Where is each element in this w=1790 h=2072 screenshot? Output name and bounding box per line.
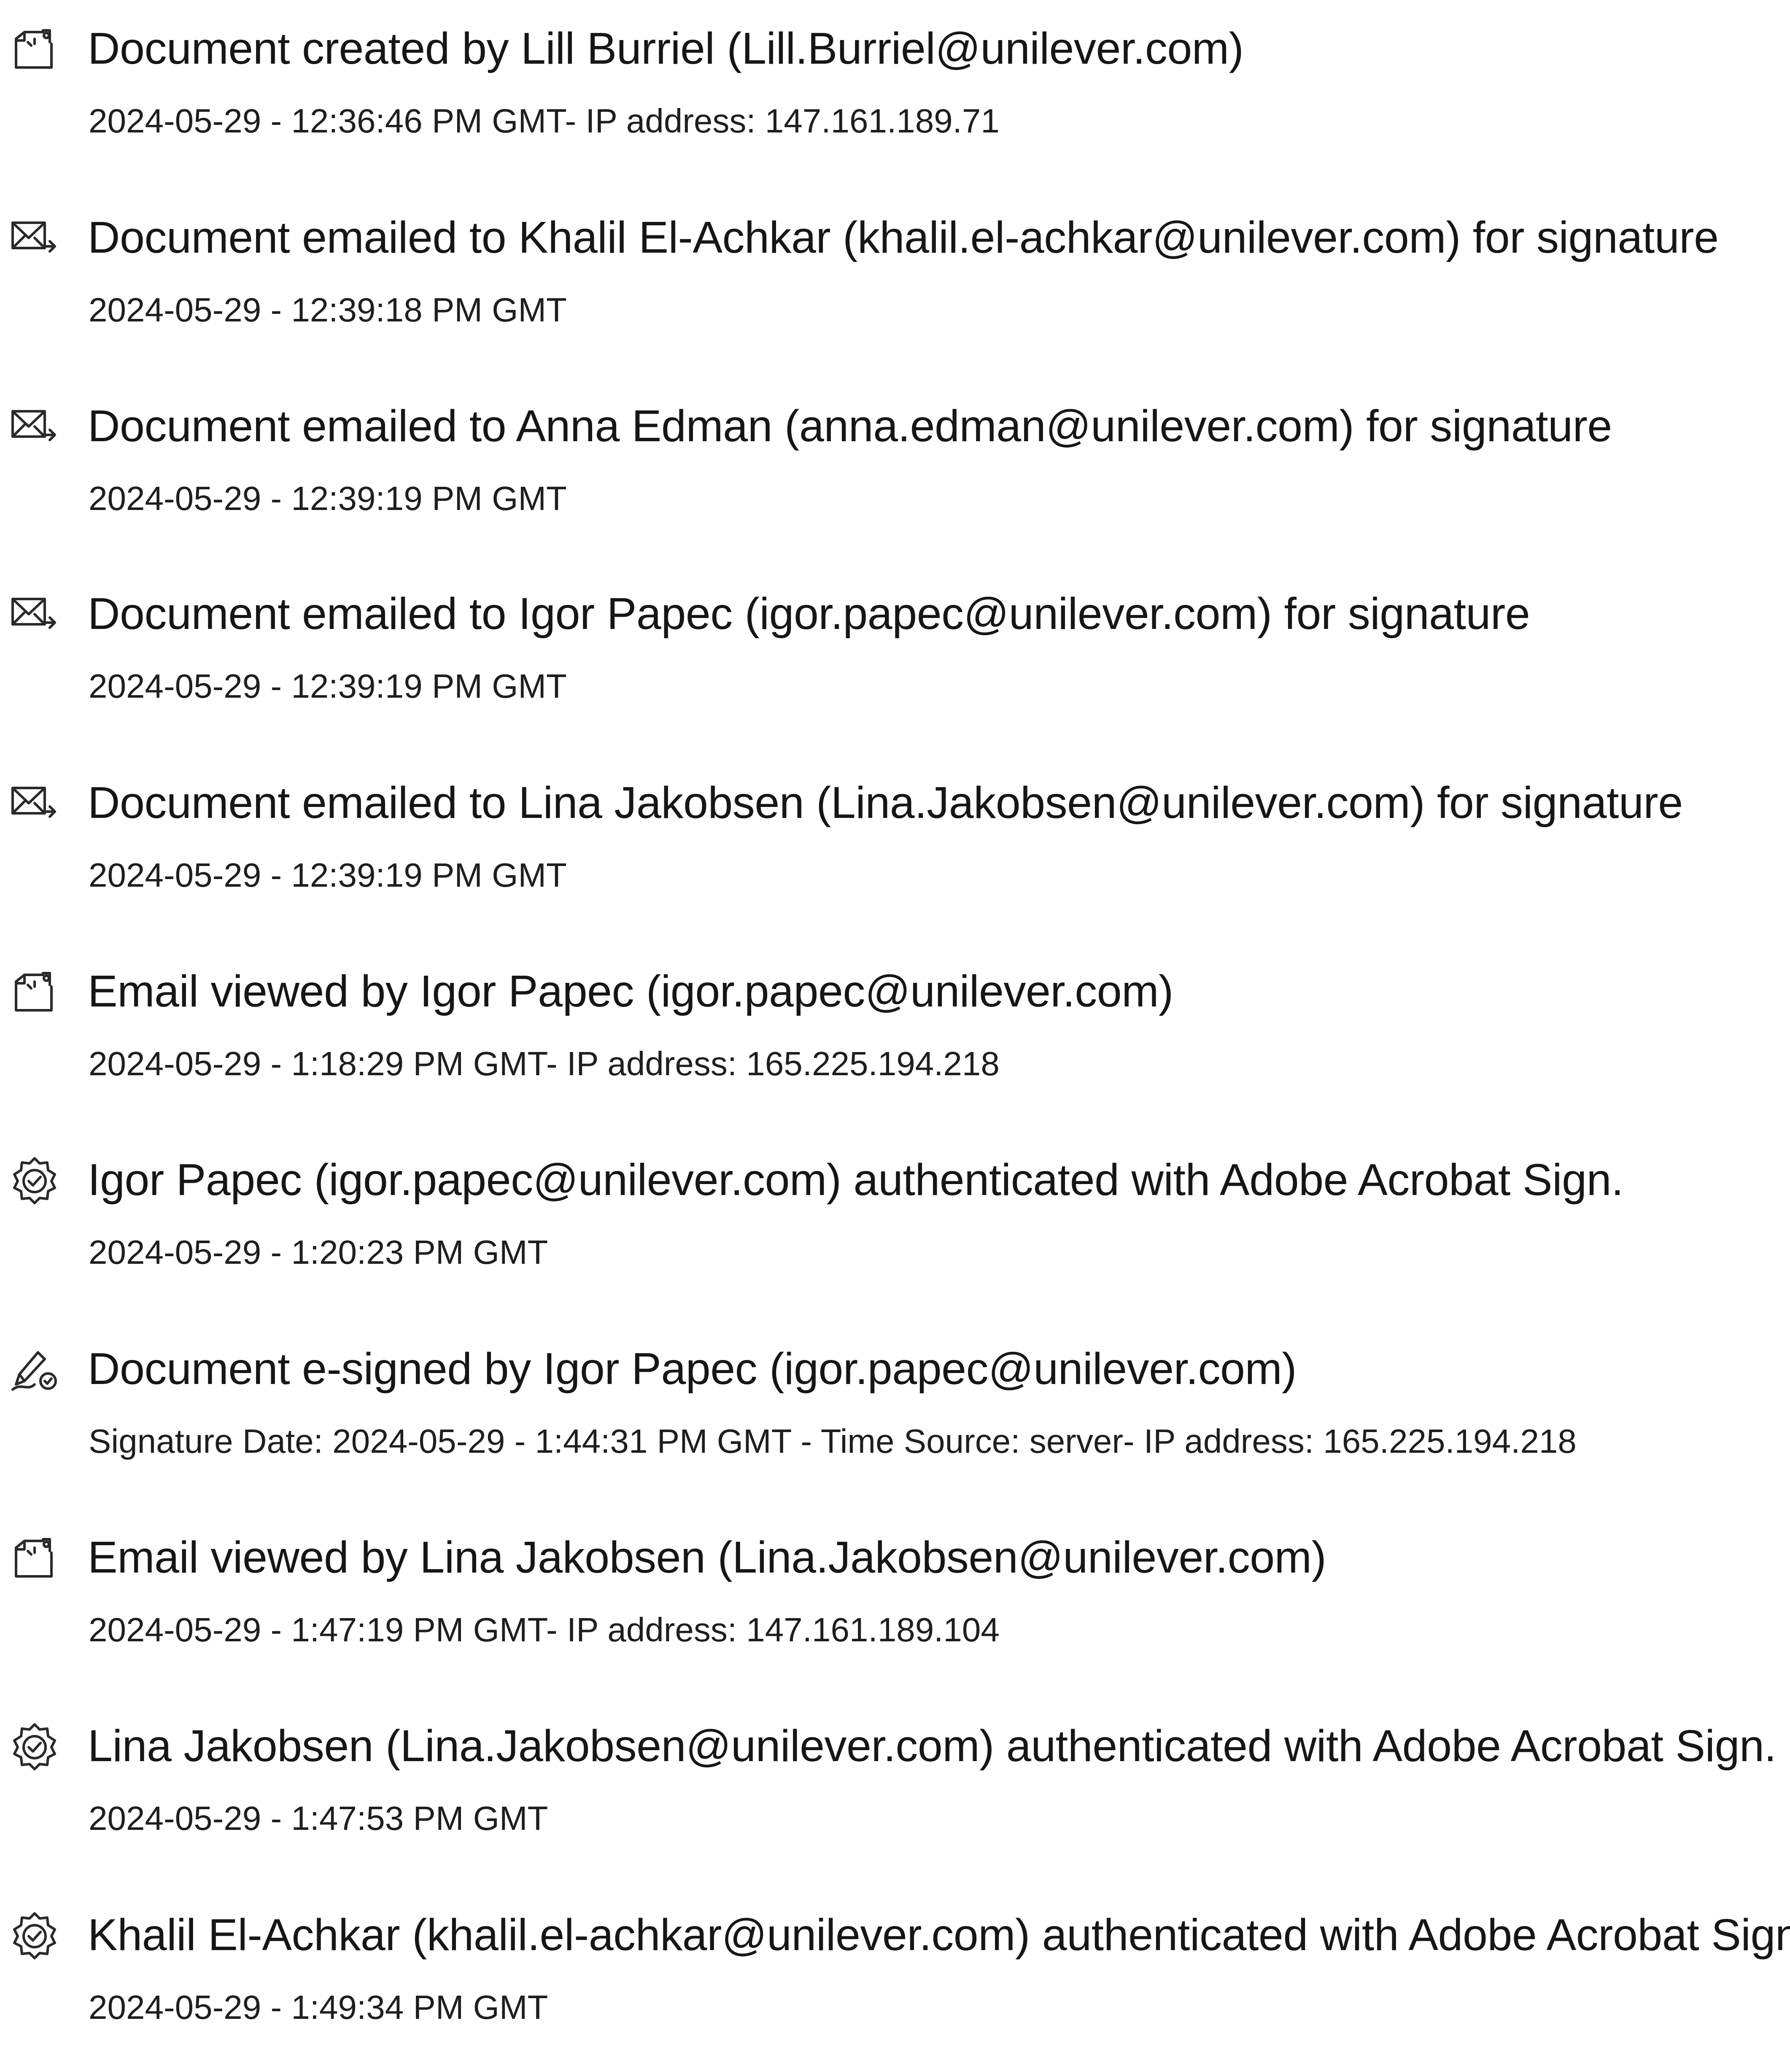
event-timestamp: 2024-05-29 - 12:39:19 PM GMT [89, 480, 567, 517]
email-sent-icon [9, 778, 60, 828]
audit-event: Document e-signed by Igor Papec (igor.pa… [0, 1337, 1790, 1506]
event-title: Email viewed by Igor Papec (igor.papec@u… [88, 966, 1173, 1016]
email-sent-icon [9, 401, 60, 452]
event-title: Document emailed to Igor Papec (igor.pap… [88, 589, 1530, 639]
event-timestamp: 2024-05-29 - 12:36:46 PM GMT- IP address… [89, 102, 1000, 140]
audit-event: Document emailed to Anna Edman (anna.edm… [0, 394, 1790, 563]
event-title: Document emailed to Lina Jakobsen (Lina.… [88, 778, 1683, 828]
authenticated-icon [9, 1721, 60, 1772]
event-timestamp: 2024-05-29 - 12:39:18 PM GMT [89, 291, 567, 329]
event-timestamp: 2024-05-29 - 1:20:23 PM GMT [89, 1233, 548, 1271]
e-signed-icon [9, 1344, 60, 1395]
authenticated-icon [9, 1910, 60, 1961]
audit-event: Document emailed to Khalil El-Achkar (kh… [0, 206, 1790, 375]
event-title: Igor Papec (igor.papec@unilever.com) aut… [88, 1155, 1624, 1205]
audit-event: Email viewed by Igor Papec (igor.papec@u… [0, 960, 1790, 1128]
event-timestamp: 2024-05-29 - 1:47:53 PM GMT [89, 1800, 548, 1837]
audit-event: Document created by Lill Burriel (Lill.B… [0, 17, 1790, 186]
audit-event: Email viewed by Lina Jakobsen (Lina.Jako… [0, 1526, 1790, 1694]
event-title: Khalil El-Achkar (khalil.el-achkar@unile… [88, 1910, 1790, 1960]
email-viewed-icon [9, 1532, 60, 1583]
email-viewed-icon [9, 966, 60, 1017]
event-title: Document emailed to Anna Edman (anna.edm… [88, 401, 1612, 451]
event-title: Document emailed to Khalil El-Achkar (kh… [88, 213, 1719, 262]
audit-event: Igor Papec (igor.papec@unilever.com) aut… [0, 1148, 1790, 1317]
authenticated-icon [9, 1155, 60, 1206]
email-sent-icon [9, 589, 60, 639]
event-timestamp: 2024-05-29 - 1:47:19 PM GMT- IP address:… [89, 1611, 1000, 1648]
audit-event: Document emailed to Lina Jakobsen (Lina.… [0, 771, 1790, 940]
email-sent-icon [9, 213, 60, 263]
event-timestamp: 2024-05-29 - 1:18:29 PM GMT- IP address:… [89, 1045, 1000, 1082]
event-title: Document created by Lill Burriel (Lill.B… [88, 24, 1244, 73]
event-timestamp: Signature Date: 2024-05-29 - 1:44:31 PM … [89, 1422, 1577, 1460]
event-timestamp: 2024-05-29 - 12:39:19 PM GMT [89, 667, 567, 705]
event-timestamp: 2024-05-29 - 12:39:19 PM GMT [89, 856, 567, 894]
event-title: Document e-signed by Igor Papec (igor.pa… [88, 1344, 1297, 1394]
audit-trail-list: Document created by Lill Burriel (Lill.B… [0, 0, 1790, 2026]
event-title: Email viewed by Lina Jakobsen (Lina.Jako… [88, 1532, 1326, 1582]
audit-event: Khalil El-Achkar (khalil.el-achkar@unile… [0, 1903, 1790, 2072]
audit-event: Lina Jakobsen (Lina.Jakobsen@unilever.co… [0, 1714, 1790, 1883]
event-timestamp: 2024-05-29 - 1:49:34 PM GMT [89, 1988, 548, 2026]
document-created-icon [9, 24, 60, 74]
audit-event: Document emailed to Igor Papec (igor.pap… [0, 582, 1790, 751]
event-title: Lina Jakobsen (Lina.Jakobsen@unilever.co… [88, 1721, 1777, 1771]
